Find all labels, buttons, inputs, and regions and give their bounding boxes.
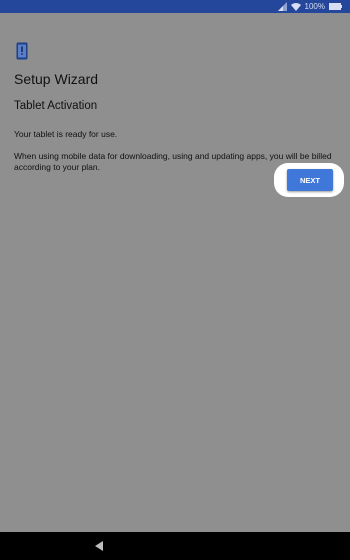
status-indicators: 100% (277, 1, 342, 12)
page-title: Setup Wizard (14, 71, 99, 87)
battery-icon (329, 3, 342, 10)
next-button[interactable]: NEXT (287, 169, 333, 191)
wifi-icon (290, 2, 301, 11)
phone-alert-icon (16, 42, 28, 60)
signal-icon (277, 2, 287, 11)
status-bar: 100% (0, 0, 350, 13)
back-icon[interactable] (94, 541, 104, 551)
navigation-bar (0, 532, 350, 560)
battery-percentage: 100% (304, 2, 325, 11)
page-subtitle: Tablet Activation (14, 100, 98, 112)
ready-message: Your tablet is ready for use. (14, 129, 118, 139)
setup-wizard-screen: Setup Wizard Tablet Activation Your tabl… (0, 13, 350, 532)
